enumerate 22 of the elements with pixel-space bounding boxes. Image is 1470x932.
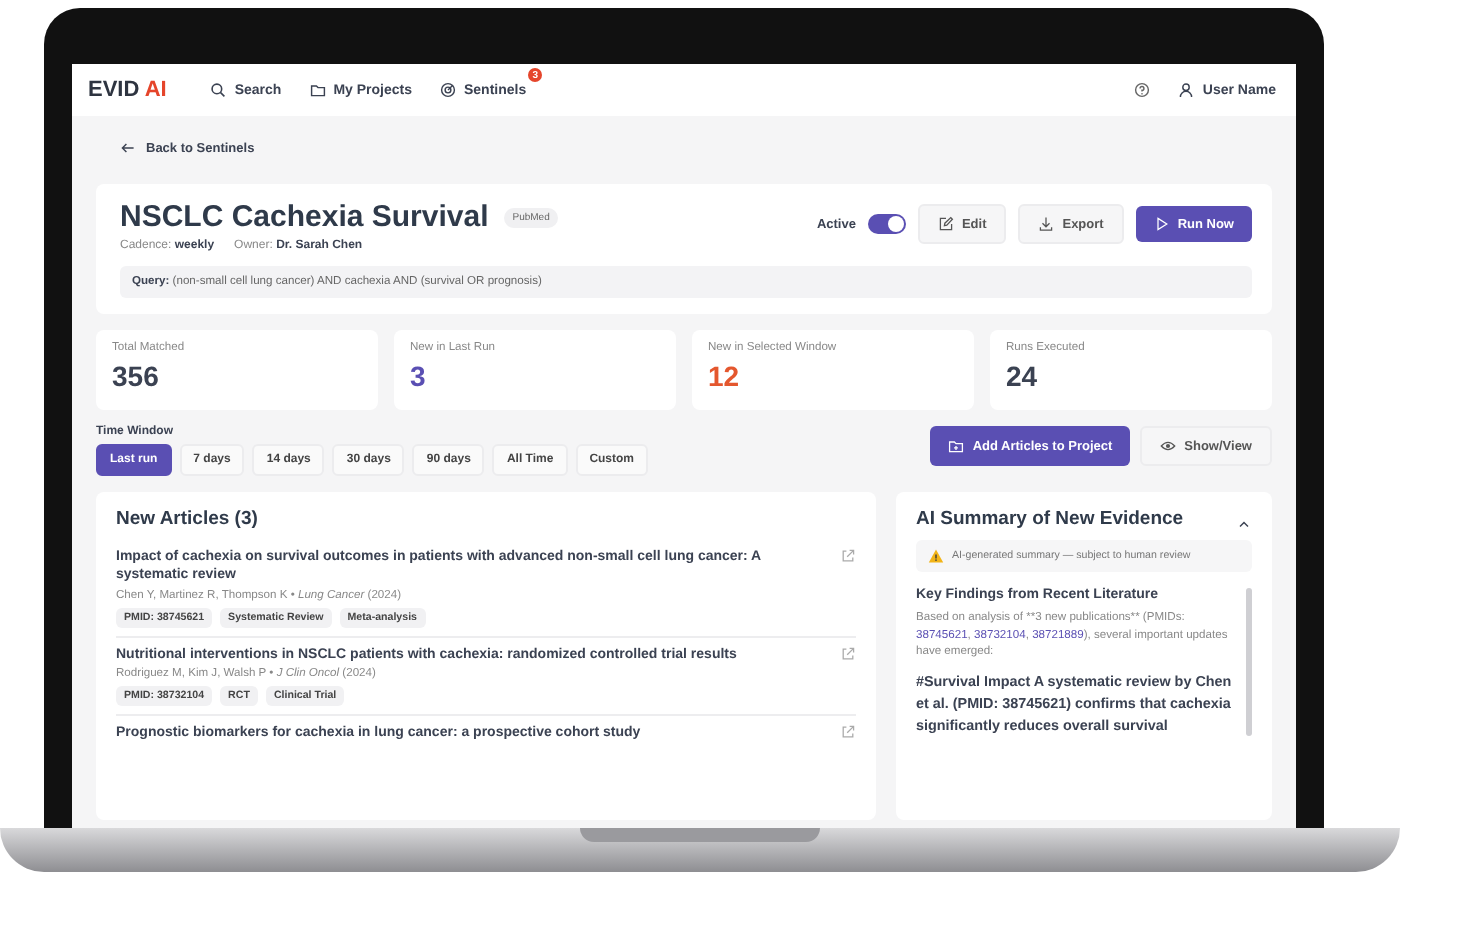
stat-value: 356 [112,360,161,392]
stat-value: 12 [708,360,742,392]
help-icon[interactable] [1134,82,1151,98]
active-toggle[interactable] [867,214,906,234]
stat-value: 3 [410,360,428,392]
sentinel-title: NSCLC Cachexia Survival [120,200,489,234]
download-icon [1038,216,1055,232]
folder-icon [948,438,965,454]
warning-icon [928,548,944,564]
eye-icon [1160,438,1177,454]
radar-icon [440,82,456,98]
folder-icon [309,82,326,98]
collapse-chevron-icon[interactable] [1236,516,1252,532]
stat-value: 24 [1006,360,1040,392]
pencil-icon [937,216,954,232]
panel-title: New Articles (3) [116,508,260,530]
user-icon [1178,82,1195,98]
app-logo[interactable]: EVID AI [88,78,167,102]
arrow-left-icon [120,140,136,156]
search-icon [210,82,227,98]
panel-title: AI Summary of New Evidence [916,508,1184,530]
play-icon [1153,216,1170,232]
